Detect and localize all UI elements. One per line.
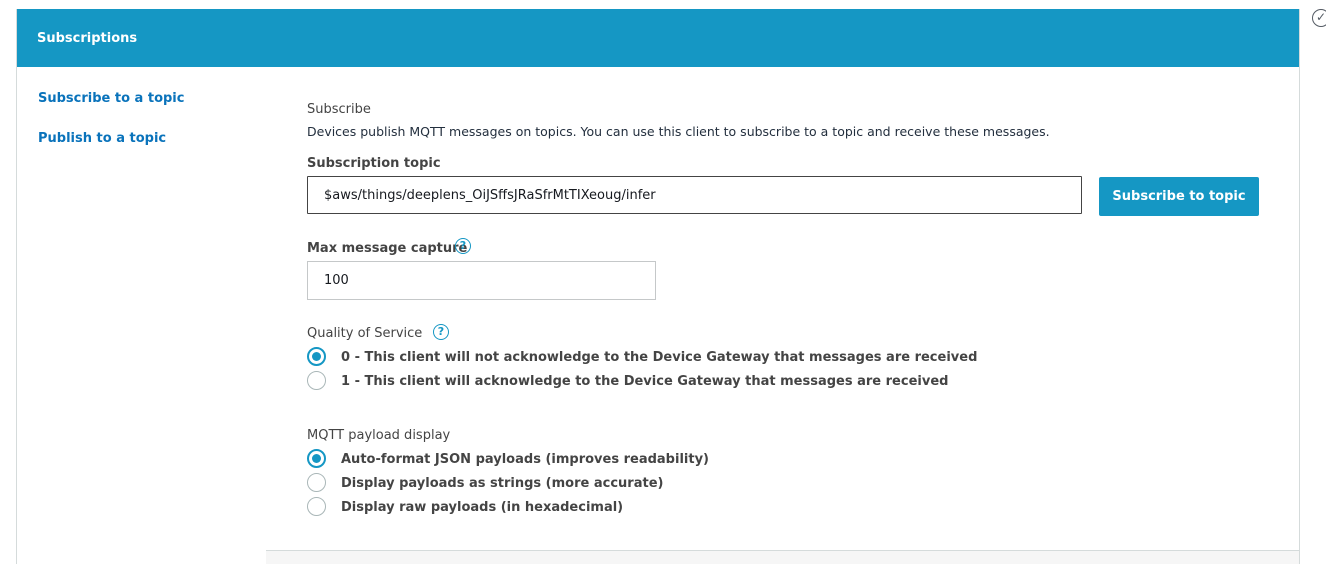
qos-0-radio[interactable] (307, 347, 326, 366)
payload-json-radio[interactable] (307, 449, 326, 468)
panel-divider (266, 550, 1299, 564)
quality-of-service-label: Quality of Service (307, 326, 423, 341)
sidebar-link-subscribe[interactable]: Subscribe to a topic (38, 91, 184, 106)
qos-1-radio[interactable] (307, 371, 326, 390)
check-circle-icon[interactable]: ✓ (1312, 9, 1326, 27)
max-message-capture-label: Max message capture (307, 241, 468, 256)
subscription-topic-input[interactable] (307, 176, 1082, 214)
mqtt-payload-display-label: MQTT payload display (307, 428, 451, 443)
help-circle-icon[interactable]: ? (433, 324, 449, 340)
subscription-topic-label: Subscription topic (307, 156, 441, 171)
qos-1-label: 1 - This client will acknowledge to the … (341, 374, 949, 389)
subscribe-panel: Subscribe Devices publish MQTT messages … (266, 9, 1300, 564)
section-description: Devices publish MQTT messages on topics.… (307, 124, 1050, 139)
payload-json-label: Auto-format JSON payloads (improves read… (341, 452, 709, 467)
payload-hex-radio[interactable] (307, 497, 326, 516)
sidebar-link-publish[interactable]: Publish to a topic (38, 131, 166, 146)
qos-0-label: 0 - This client will not acknowledge to … (341, 350, 978, 365)
payload-string-label: Display payloads as strings (more accura… (341, 476, 664, 491)
payload-string-radio[interactable] (307, 473, 326, 492)
panel-header (266, 9, 1299, 67)
help-circle-icon[interactable]: ? (455, 238, 471, 254)
sidebar-header: Subscriptions (17, 9, 266, 67)
subscribe-to-topic-button[interactable]: Subscribe to topic (1099, 177, 1259, 216)
payload-hex-label: Display raw payloads (in hexadecimal) (341, 500, 624, 515)
sidebar: Subscriptions Subscribe to a topic Publi… (16, 9, 267, 564)
mqtt-test-client: Subscriptions Subscribe to a topic Publi… (0, 0, 1326, 564)
section-title: Subscribe (307, 102, 371, 117)
max-message-capture-input[interactable] (307, 261, 656, 300)
